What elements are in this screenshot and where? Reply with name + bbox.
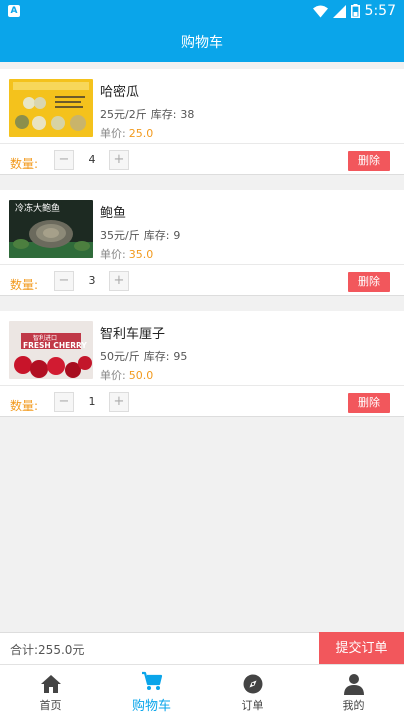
tab-home[interactable]: 首页	[0, 665, 101, 717]
product-name: 智利车厘子	[100, 327, 166, 342]
cart-item: 冷冻大鲍鱼 鲍鱼 35元/斤 库存: 9 单价: 35.0 数量: − 3 + 删除	[0, 190, 404, 296]
cart-icon	[141, 671, 162, 690]
product-image-melon	[9, 79, 93, 137]
product-meta: 35元/斤 库存: 9	[100, 227, 180, 243]
delete-button[interactable]: 删除	[348, 393, 390, 413]
divider	[0, 264, 404, 265]
home-icon	[40, 675, 61, 693]
total-amount: 合计:255.0元	[10, 641, 84, 658]
status-time: 5:57	[364, 3, 396, 19]
wifi-icon	[312, 5, 328, 17]
product-meta: 25元/2斤 库存: 38	[100, 106, 194, 122]
unit-price-value: 35.0	[128, 248, 154, 261]
tab-cart[interactable]: 购物车	[101, 665, 202, 717]
delete-button[interactable]: 删除	[348, 151, 390, 171]
delete-button[interactable]: 删除	[348, 272, 390, 292]
stock-label: 库存:	[143, 350, 170, 363]
increase-quantity-button[interactable]: +	[109, 271, 129, 291]
stock-value: 95	[173, 350, 188, 363]
divider	[0, 385, 404, 386]
unit-price-value: 50.0	[128, 369, 154, 382]
order-summary-bar: 合计:255.0元 提交订单	[0, 632, 404, 665]
signal-icon	[332, 4, 346, 18]
app-notification-icon: A	[8, 5, 20, 17]
tab-label: 购物车	[131, 699, 171, 714]
battery-icon	[350, 4, 360, 18]
cart-item: 哈密瓜 25元/2斤 库存: 38 单价: 25.0 数量: − 4 + 删除	[0, 69, 404, 175]
stock-label: 库存:	[143, 229, 170, 242]
tab-label: 订单	[241, 699, 264, 712]
increase-quantity-button[interactable]: +	[109, 150, 129, 170]
stock-label: 库存:	[150, 108, 177, 121]
decrease-quantity-button[interactable]: −	[54, 392, 74, 412]
decrease-quantity-button[interactable]: −	[54, 271, 74, 291]
product-name: 哈密瓜	[100, 85, 140, 100]
quantity-value: 4	[88, 153, 96, 166]
status-bar: A 5:57	[0, 0, 404, 24]
total-label: 合计:	[10, 643, 39, 657]
unit-price-row: 单价: 50.0	[100, 367, 153, 383]
total-value: 255.0元	[38, 643, 85, 657]
quantity-label: 数量:	[10, 278, 39, 292]
product-image-abalone: 冷冻大鲍鱼	[9, 200, 93, 258]
increase-quantity-button[interactable]: +	[109, 392, 129, 412]
thumbnail-caption: FRESH CHERRY	[23, 341, 87, 350]
unit-price-label: 单价:	[100, 248, 126, 261]
quantity-label: 数量:	[10, 157, 39, 171]
unit-price-row: 单价: 35.0	[100, 246, 153, 262]
person-icon	[343, 674, 364, 695]
stock-value: 9	[173, 229, 181, 242]
page-title: 购物车	[181, 35, 223, 51]
cart-item: 智利进口 FRESH CHERRY 智利车厘子 50元/斤 库存: 95 单价: 50…	[0, 311, 404, 417]
decrease-quantity-button[interactable]: −	[54, 150, 74, 170]
tab-mine[interactable]: 我的	[303, 665, 404, 717]
tab-label: 我的	[342, 699, 365, 712]
tab-label: 首页	[39, 699, 62, 712]
quantity-value: 1	[88, 395, 96, 408]
unit-price-row: 单价: 25.0	[100, 125, 153, 141]
product-spec: 35元/斤	[100, 229, 140, 242]
app-bar: 购物车	[0, 24, 404, 62]
product-spec: 50元/斤	[100, 350, 140, 363]
unit-price-label: 单价:	[100, 369, 126, 382]
divider	[0, 143, 404, 144]
bottom-tab-bar: 首页 购物车 订单 我的	[0, 664, 404, 717]
quantity-value: 3	[88, 274, 96, 287]
unit-price-label: 单价:	[100, 127, 126, 140]
stock-value: 38	[180, 108, 195, 121]
product-image-cherry: 智利进口 FRESH CHERRY	[9, 321, 93, 379]
tab-orders[interactable]: 订单	[202, 665, 303, 717]
product-name: 鲍鱼	[100, 206, 127, 221]
unit-price-value: 25.0	[128, 127, 154, 140]
system-icons: 5:57	[312, 3, 396, 19]
quantity-label: 数量:	[10, 399, 39, 413]
submit-order-button[interactable]: 提交订单	[319, 632, 404, 665]
thumbnail-caption: 冷冻大鲍鱼	[15, 202, 60, 214]
product-meta: 50元/斤 库存: 95	[100, 348, 187, 364]
compass-icon	[243, 674, 262, 694]
product-spec: 25元/2斤	[100, 108, 147, 121]
